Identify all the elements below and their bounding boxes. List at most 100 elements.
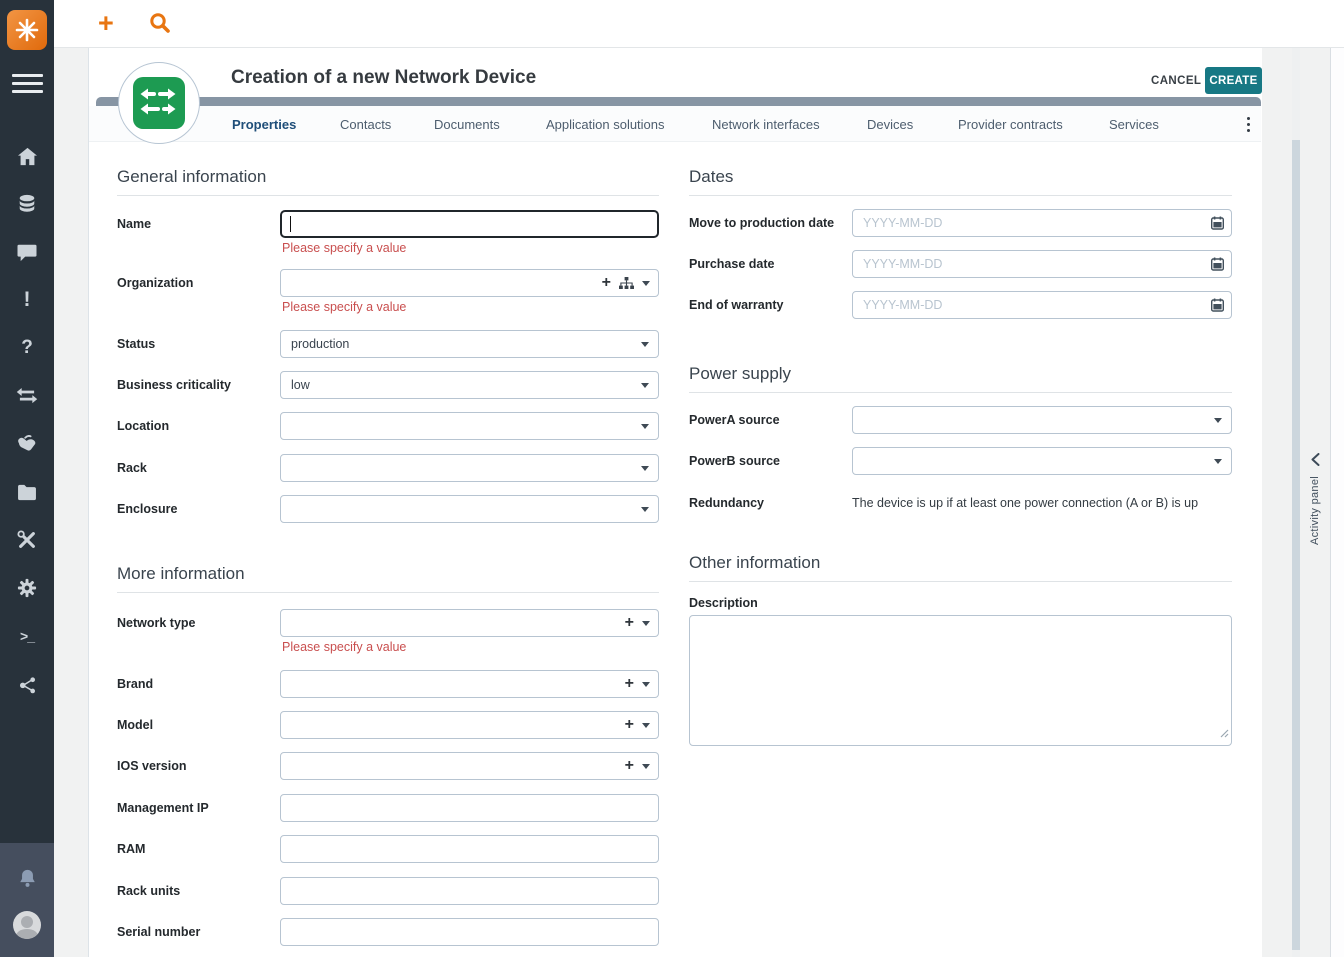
sidebar-menu: ! ? [0,132,54,708]
management-ip-label: Management IP [117,801,209,815]
share-icon[interactable] [0,660,54,708]
description-label: Description [689,596,758,610]
tab-services[interactable]: Services [1109,106,1159,142]
bell-icon[interactable] [0,861,54,895]
activity-panel-toggle[interactable]: Activity panel [1302,453,1328,613]
ram-input[interactable] [280,835,659,863]
tab-bar: Properties Contacts Documents Applicatio… [89,106,1261,142]
ios-version-input[interactable]: + [280,752,659,780]
field-end-of-warranty: End of warranty [89,291,1261,319]
network-device-icon [118,62,200,144]
snowflake-icon [14,17,40,43]
panel-top-bar [96,97,1261,106]
description-textarea[interactable] [689,615,1232,746]
chevron-down-icon [1214,418,1222,423]
organization-dropdown-icon[interactable] [642,281,650,286]
itop-logo[interactable] [7,10,47,50]
redundancy-label: Redundancy [689,496,764,510]
business-criticality-label: Business criticality [117,378,231,392]
management-ip-input[interactable] [280,794,659,822]
end-of-warranty-input[interactable] [852,291,1232,319]
chevron-down-icon [1214,459,1222,464]
business-criticality-select[interactable]: low [280,371,659,399]
status-select[interactable]: production [280,330,659,358]
ios-version-label: IOS version [117,759,186,773]
status-label: Status [117,337,155,351]
tab-application-solutions[interactable]: Application solutions [546,106,665,142]
power-b-source-label: PowerB source [689,454,780,468]
field-management-ip: Management IP [89,794,1261,822]
tab-properties[interactable]: Properties [232,106,296,142]
field-serial-number: Serial number [89,918,1261,946]
left-nav-rail: ! ? [0,0,54,957]
section-other-information: Other information [689,553,1232,582]
create-button[interactable]: CREATE [1205,67,1262,94]
rack-units-input[interactable] [280,877,659,905]
rack-units-label: Rack units [117,884,180,898]
calendar-icon[interactable] [1211,216,1224,233]
settings-icon[interactable] [0,564,54,612]
field-ram: RAM [89,835,1261,863]
section-general-information: General information [117,167,659,196]
organization-label: Organization [117,276,193,290]
tab-contacts[interactable]: Contacts [340,106,391,142]
app-window: ! ? [0,0,1344,957]
purchase-date-input[interactable] [852,250,1232,278]
ios-version-dropdown-icon[interactable] [642,764,650,769]
global-toolbar: + [54,0,1344,48]
move-to-production-date-label: Move to production date [689,216,834,230]
tab-documents[interactable]: Documents [434,106,500,142]
global-search-button[interactable] [148,11,172,40]
user-avatar[interactable] [13,911,41,939]
home-icon[interactable] [0,132,54,180]
chevron-down-icon [641,342,649,347]
menu-icon[interactable] [12,74,43,94]
redundancy-value: The device is up if at least one power c… [852,496,1252,510]
console-icon[interactable]: >_ [0,612,54,660]
tab-overflow-menu-icon[interactable] [1241,115,1257,135]
ram-label: RAM [117,842,145,856]
activity-panel-label: Activity panel [1309,476,1321,545]
properties-form: General information More information Dat… [89,142,1261,957]
help-icon[interactable]: ? [0,324,54,372]
calendar-icon[interactable] [1211,298,1224,315]
serial-number-label: Serial number [117,925,200,939]
power-b-source-select[interactable] [852,447,1232,475]
power-a-source-label: PowerA source [689,413,780,427]
field-move-to-production-date: Move to production date [89,209,1261,237]
cancel-button[interactable]: CANCEL [1145,71,1207,91]
add-ios-version-icon[interactable]: + [625,758,634,774]
content-area: Creation of a new Network Device CANCEL … [54,48,1344,957]
field-rack-units: Rack units [89,877,1261,905]
serial-number-input[interactable] [280,918,659,946]
transfer-icon[interactable] [0,372,54,420]
support-icon[interactable] [0,420,54,468]
chat-icon[interactable] [0,228,54,276]
chevron-down-icon [641,383,649,388]
data-icon[interactable] [0,180,54,228]
object-creation-panel: Creation of a new Network Device CANCEL … [88,48,1262,957]
search-icon [148,11,172,35]
field-description [89,615,1261,746]
purchase-date-label: Purchase date [689,257,774,271]
scrollbar-thumb[interactable] [1292,140,1300,950]
field-ios-version: IOS version + [89,752,1261,780]
section-dates: Dates [689,167,1232,196]
power-a-source-select[interactable] [852,406,1232,434]
move-to-production-date-input[interactable] [852,209,1232,237]
alert-icon[interactable]: ! [0,276,54,324]
tab-devices[interactable]: Devices [867,106,913,142]
activity-panel-collapsed [1330,48,1344,957]
calendar-icon[interactable] [1211,257,1224,274]
tab-network-interfaces[interactable]: Network interfaces [712,106,820,142]
hierarchy-icon[interactable] [619,277,634,290]
field-status: Status production [89,330,1261,358]
documents-icon[interactable] [0,468,54,516]
field-redundancy: Redundancy The device is up if at least … [89,489,1261,517]
tab-provider-contracts[interactable]: Provider contracts [958,106,1063,142]
section-more-information: More information [117,564,659,593]
quick-create-button[interactable]: + [98,7,114,39]
tools-icon[interactable] [0,516,54,564]
vertical-scrollbar[interactable] [1292,48,1300,957]
end-of-warranty-label: End of warranty [689,298,783,312]
